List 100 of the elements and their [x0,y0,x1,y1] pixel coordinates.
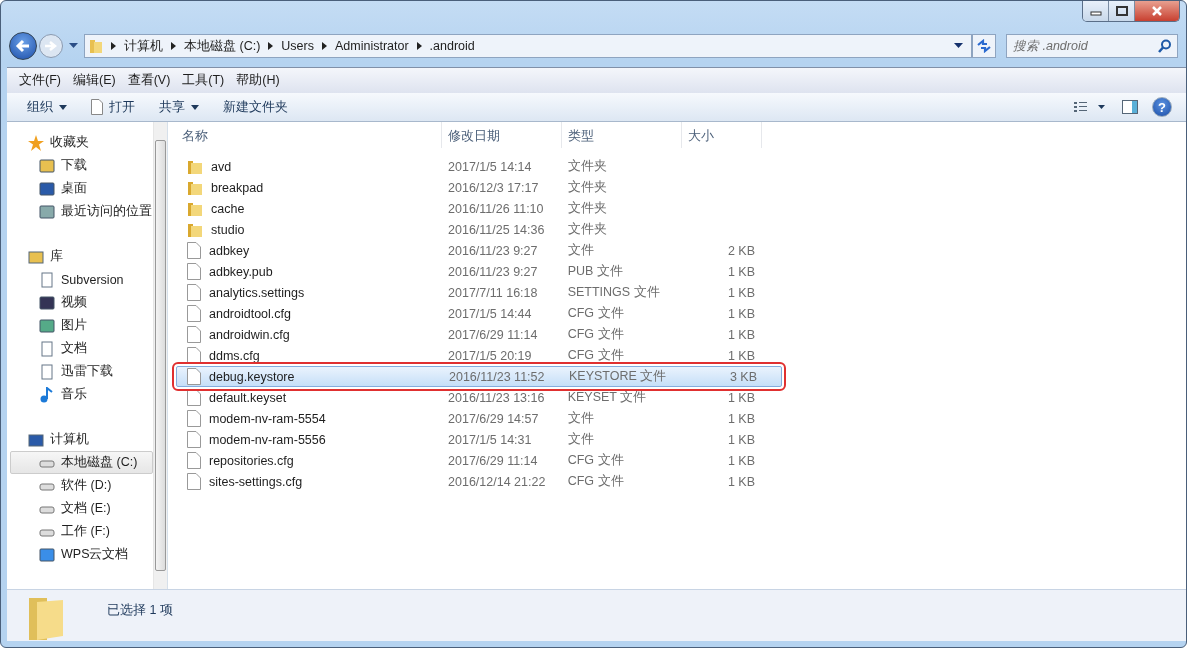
file-row[interactable]: studio 2016/11/25 14:36 文件夹 [176,219,762,240]
column-header[interactable]: 修改日期 [442,122,562,148]
file-name: breakpad [211,180,264,195]
sidebar-item[interactable]: 音乐 [7,383,153,406]
table-cell-text: 2017/6/29 14:57 [447,411,540,426]
file-icon [187,326,201,343]
file-row[interactable]: modem-nv-ram-5556 2017/1/5 14:31 文件 1 KB [176,429,762,450]
file-icon [187,368,201,385]
close-icon [1151,6,1163,16]
toolbar-button[interactable]: 组织 [15,95,79,119]
file-name: ddms.cfg [209,348,260,363]
file-row[interactable]: repositories.cfg 2017/6/29 11:14 CFG 文件 1 KB [176,450,762,471]
table-cell-text: 2017/1/5 14:44 [447,306,533,321]
breadcrumb[interactable]: Administrator [334,39,409,53]
search-icon[interactable] [1158,39,1172,53]
file-name: modem-nv-ram-5556 [209,432,326,447]
file-row[interactable]: analytics.settings 2017/7/11 16:18 SETTINGS 文件 1 KB [176,282,762,303]
search-field[interactable]: 搜索 .android [1006,34,1178,58]
column-header[interactable]: 大小 [682,122,762,148]
menu-item[interactable]: 帮助(H) [230,70,286,91]
dropdown-caret-icon[interactable] [69,43,78,49]
sidebar-item[interactable]: 文档 [7,337,153,360]
file-icon [187,242,201,259]
sidebar-item[interactable]: 文档 (E:) [7,497,153,520]
file-row[interactable]: androidtool.cfg 2017/1/5 14:44 CFG 文件 1 KB [176,303,762,324]
file-name: adbkey [209,243,250,258]
chevron-icon[interactable] [416,42,422,50]
file-row[interactable]: modem-nv-ram-5554 2017/6/29 14:57 文件 1 KB [176,408,762,429]
file-name: repositories.cfg [209,453,294,468]
sidebar-item[interactable]: Subversion [7,268,153,291]
table-cell-text: CFG 文件 [566,347,625,364]
sidebar-item[interactable]: 库 [7,245,153,268]
address-bar[interactable]: 计算机 本地磁盘 (C:) Users Administrator .android [84,34,972,58]
sidebar-item[interactable]: WPS云文档 [7,543,153,566]
table-cell-text: 2016/11/23 13:16 [447,390,546,405]
sidebar-item[interactable]: 迅雷下载 [7,360,153,383]
table-cell-text: CFG 文件 [566,326,625,343]
scrollbar[interactable] [153,122,167,589]
toolbar-button[interactable]: 共享 [147,95,211,119]
star-icon [28,134,44,151]
file-row[interactable]: adbkey 2016/11/23 9:27 文件 2 KB [176,240,762,261]
menu-item[interactable]: 查看(V) [121,70,177,91]
file-row[interactable]: default.keyset 2016/11/23 13:16 KEYSET 文件 1 KB [176,387,762,408]
file-name: default.keyset [209,390,287,405]
sidebar-item[interactable]: 收藏夹 [7,131,153,154]
sidebar-item[interactable]: 计算机 [7,428,153,451]
maximize-button[interactable] [1109,1,1135,21]
column-header[interactable]: 名称 [176,122,442,148]
help-button[interactable]: ? [1152,97,1172,117]
file-row[interactable]: androidwin.cfg 2017/6/29 11:14 CFG 文件 1 KB [176,324,762,345]
sidebar-item[interactable]: 工作 (F:) [7,520,153,543]
file-row[interactable]: breakpad 2016/12/3 17:17 文件夹 [176,177,762,198]
file-row[interactable]: sites-settings.cfg 2016/12/14 21:22 CFG 文件 1 KB [176,471,762,492]
table-cell-text: 文件 [566,410,595,427]
table-cell: 1 KB [727,285,755,300]
document-icon [39,340,55,357]
chevron-icon[interactable] [171,42,176,50]
table-cell-text: CFG 文件 [566,305,625,322]
maximize-icon [1115,6,1128,16]
sidebar-item[interactable]: 图片 [7,314,153,337]
table-cell-text: 2017/6/29 11:14 [447,453,539,468]
table-cell-text: KEYSET 文件 [566,389,648,406]
toolbar-button[interactable]: 打开 [79,95,147,119]
back-button[interactable] [9,32,37,60]
table-cell-text: SETTINGS 文件 [566,284,661,301]
chevron-icon[interactable] [321,42,327,50]
dropdown-caret-icon[interactable] [954,43,963,49]
table-cell: 1 KB [727,411,755,426]
refresh-button[interactable] [972,34,996,58]
menu-item[interactable]: 编辑(E) [66,70,122,91]
chevron-icon[interactable] [268,42,274,50]
close-button[interactable] [1135,1,1179,21]
table-cell-text: 文件夹 [566,200,608,217]
menu-item[interactable]: 工具(T) [176,70,231,91]
sidebar-item[interactable]: 最近访问的位置 [7,200,153,223]
file-name: sites-settings.cfg [209,474,303,489]
sidebar-item[interactable]: 桌面 [7,177,153,200]
file-name: analytics.settings [209,285,305,300]
sidebar-item[interactable]: 视频 [7,291,153,314]
file-row[interactable]: cache 2016/11/26 11:10 文件夹 [176,198,762,219]
file-row[interactable]: adbkey.pub 2016/11/23 9:27 PUB 文件 1 KB [176,261,762,282]
breadcrumb[interactable]: 本地磁盘 (C:) [184,37,261,55]
sidebar-item[interactable]: 下载 [7,154,153,177]
file-row[interactable]: avd 2017/1/5 14:14 文件夹 [176,156,762,177]
table-cell-text: 2016/11/23 9:27 [447,264,539,279]
table-cell-text: 2017/6/29 11:14 [447,327,539,342]
breadcrumb[interactable]: .android [429,39,475,53]
file-icon [187,284,201,301]
toolbar-button[interactable]: 新建文件夹 [211,95,300,119]
sidebar-item[interactable]: 软件 (D:) [7,474,153,497]
sidebar-item[interactable]: 本地磁盘 (C:) [10,451,153,474]
breadcrumb[interactable]: 计算机 [124,37,163,55]
caret-icon [191,104,199,110]
chevron-icon[interactable] [111,42,116,50]
column-header[interactable]: 类型 [562,122,682,148]
pane-icon [1122,100,1138,114]
breadcrumb[interactable]: Users [281,39,314,53]
menu-item[interactable]: 文件(F) [13,70,67,91]
table-cell-text: 2017/1/5 14:31 [447,432,533,447]
table-cell: 1 KB [727,348,755,363]
